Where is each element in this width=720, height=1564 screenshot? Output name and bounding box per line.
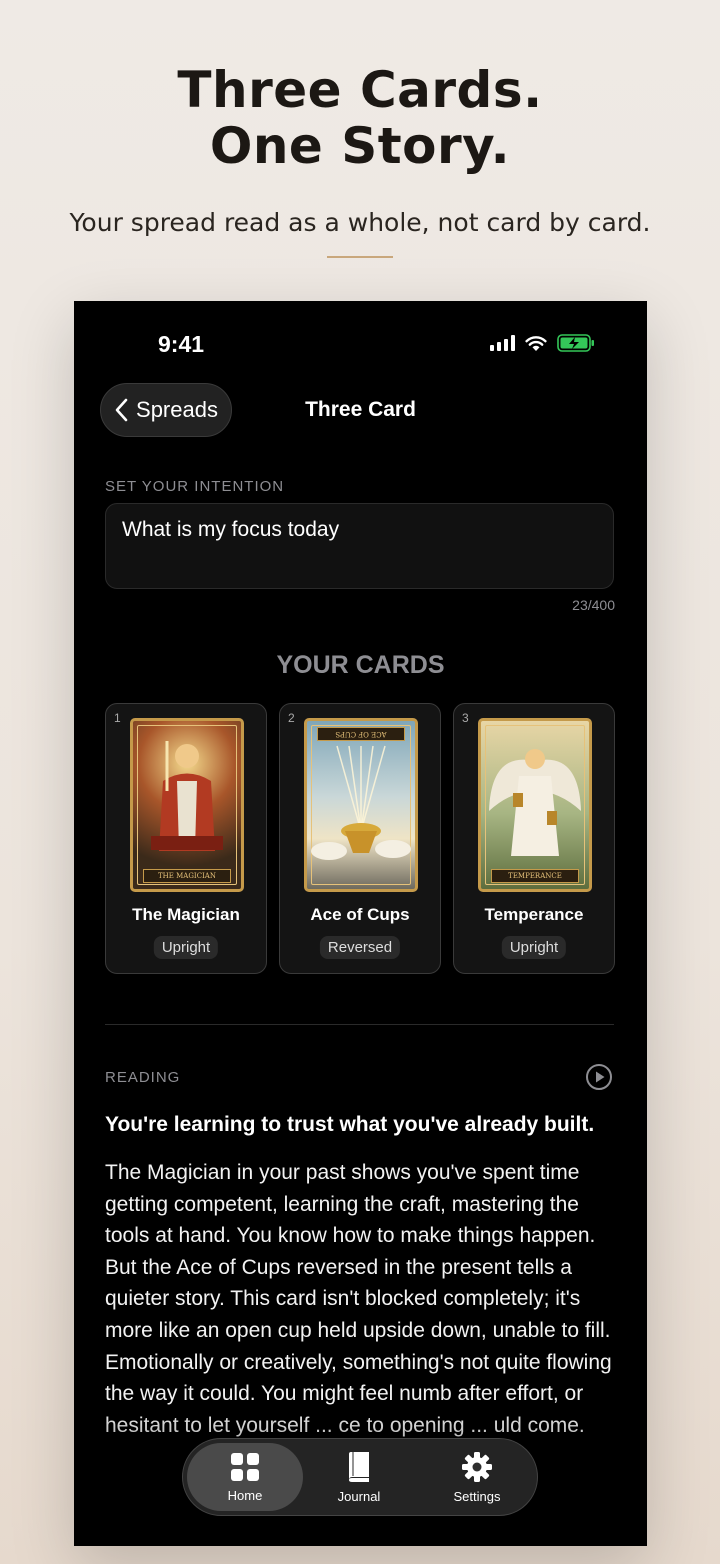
status-time: 9:41 [158,331,205,357]
book-icon [349,1451,369,1482]
section-divider [105,1024,614,1025]
card-position-number: 1 [114,711,121,725]
back-button[interactable]: Spreads [100,383,232,437]
tab-bar: Home Journal Settings [182,1438,538,1516]
card-plate: THE MAGICIAN [143,869,231,883]
card-name: Ace of Cups [310,905,410,924]
intention-label: SET YOUR INTENTION [105,478,285,495]
tab-label: Home [227,1487,263,1503]
card-position-number: 3 [462,711,469,725]
gear-icon [462,1451,492,1482]
cellular-signal-icon [490,335,515,351]
tab-label: Settings [453,1488,501,1504]
your-cards-heading: YOUR CARDS [276,651,445,679]
battery-charging-icon [557,334,594,352]
card-orientation-badge: Upright [153,936,219,959]
character-counter: 23/400 [572,597,615,613]
hero-title-line1: Three Cards. [177,61,543,119]
reading-body: The Magician in your past shows you've s… [105,1161,612,1437]
tarot-card-1[interactable]: 1 THE MAGICIAN The Magician Upright [105,703,267,974]
tab-label: Journal [337,1488,381,1504]
temperance-card-art: TEMPERANCE [478,718,592,892]
tab-journal[interactable]: Journal [301,1443,417,1511]
accent-divider [327,256,393,258]
tarot-card-2[interactable]: 2 ACE OF CUPS Ace of Cups Reversed [279,703,441,974]
card-orientation-badge: Upright [501,936,567,959]
card-name: The Magician [132,905,240,924]
tab-settings[interactable]: Settings [419,1443,535,1511]
status-icons [490,334,595,352]
hero-subtitle: Your spread read as a whole, not card by… [69,208,651,237]
phone-screen: 9:41 Spreads Three Card SET YOUR INTENTI… [74,301,647,1546]
card-plate: TEMPERANCE [491,869,579,883]
reading-headline: You're learning to trust what you've alr… [105,1113,595,1136]
grid-icon [231,1452,259,1481]
magician-card-art: THE MAGICIAN [130,718,244,892]
intention-input[interactable]: What is my focus today [105,503,614,589]
card-plate: ACE OF CUPS [317,727,405,741]
ace-of-cups-card-art: ACE OF CUPS [304,718,418,892]
play-audio-icon[interactable] [585,1063,613,1091]
chevron-left-icon [115,398,128,422]
card-position-number: 2 [288,711,295,725]
card-name: Temperance [484,905,584,924]
tarot-card-3[interactable]: 3 TEMPERANCE Temperance Upright [453,703,615,974]
wifi-icon [525,335,547,351]
card-orientation-badge: Reversed [319,936,401,959]
tab-home[interactable]: Home [187,1443,303,1511]
intention-value: What is my focus today [122,518,340,541]
reading-label: READING [105,1069,181,1086]
hero-title: Three Cards. One Story. [0,62,720,174]
hero-title-line2: One Story. [209,117,511,175]
back-button-label: Spreads [136,397,218,422]
